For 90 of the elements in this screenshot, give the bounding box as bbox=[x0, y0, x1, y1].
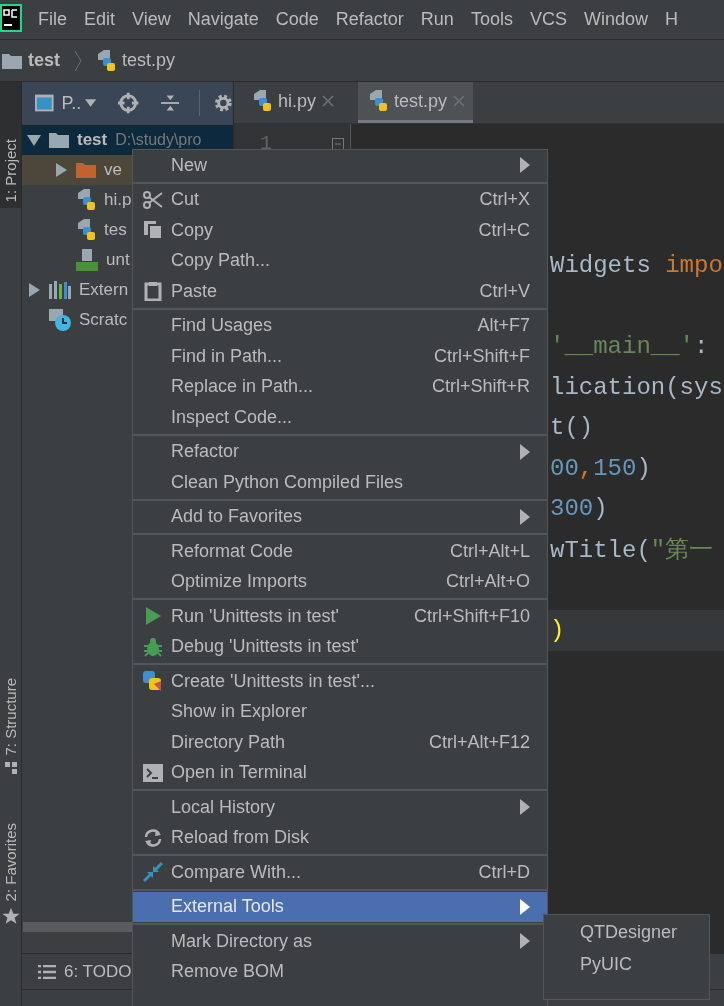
list-icon bbox=[38, 964, 56, 979]
context-menu-item[interactable]: Create 'Unittests in test'... bbox=[133, 666, 547, 697]
breadcrumb-item[interactable]: test.py bbox=[122, 50, 176, 71]
menu-bar-item[interactable]: Code bbox=[267, 9, 328, 30]
context-menu-item[interactable]: Directory Path Ctrl+Alt+F12 bbox=[133, 727, 547, 758]
menu-bar-item[interactable]: Refactor bbox=[327, 9, 413, 30]
context-menu-item[interactable]: Debug 'Unittests in test' bbox=[133, 631, 547, 662]
menu-bar-item[interactable]: Run bbox=[412, 9, 463, 30]
code-line: ) bbox=[550, 616, 565, 644]
context-menu-item[interactable]: Refactor bbox=[133, 436, 547, 467]
python-logo-icon bbox=[142, 670, 164, 693]
project-view-dropdown[interactable]: P.. bbox=[61, 92, 82, 114]
code-line: '__main__': bbox=[550, 333, 709, 361]
code-line: wTitle("第一 bbox=[550, 536, 714, 566]
copy-icon bbox=[143, 220, 163, 241]
scratch-clock-icon bbox=[49, 309, 71, 331]
context-menu-item[interactable]: Compare With... Ctrl+D bbox=[133, 857, 547, 888]
context-menu-item[interactable]: Clean Python Compiled Files bbox=[133, 467, 547, 498]
dropdown-caret-icon[interactable] bbox=[85, 99, 97, 107]
context-menu-item[interactable]: Inspect Code... bbox=[133, 402, 547, 433]
python-file-icon bbox=[252, 90, 272, 112]
context-menu-item[interactable]: Local History bbox=[133, 792, 547, 823]
breadcrumb-item[interactable]: test bbox=[28, 50, 60, 71]
compare-arrows-icon bbox=[142, 861, 164, 884]
context-menu-item[interactable]: Open in Terminal bbox=[133, 757, 547, 788]
settings-gear-icon[interactable] bbox=[214, 93, 233, 113]
tool-window-tab[interactable]: 1: Project bbox=[0, 82, 21, 208]
code-line: lication(sys bbox=[550, 373, 723, 401]
menu-bar-item[interactable]: H bbox=[656, 9, 687, 30]
code-line: 300) bbox=[550, 495, 608, 523]
context-menu-item[interactable]: Run 'Unittests in test' Ctrl+Shift+F10 bbox=[133, 601, 547, 632]
crosshair-icon[interactable] bbox=[118, 92, 139, 114]
folder-icon bbox=[49, 132, 69, 148]
qt-file-icon bbox=[76, 249, 98, 271]
code-line: Widgets impo bbox=[550, 252, 723, 280]
tool-window-tab[interactable]: 2: Favorites bbox=[0, 823, 21, 926]
submenu-item[interactable]: PyUIC bbox=[544, 948, 709, 980]
menu-bar-item[interactable]: VCS bbox=[521, 9, 576, 30]
folder-icon bbox=[76, 162, 96, 178]
python-file-icon bbox=[76, 219, 96, 241]
structure-icon bbox=[4, 761, 17, 774]
context-menu-item[interactable]: External Tools bbox=[133, 891, 547, 922]
expanded-arrow-icon[interactable] bbox=[27, 133, 41, 147]
context-menu-item[interactable]: Find Usages Alt+F7 bbox=[133, 310, 547, 341]
code-line: t() bbox=[550, 414, 594, 442]
tree-item[interactable]: test D:\study\pro bbox=[22, 125, 233, 155]
folder-icon bbox=[2, 52, 22, 69]
code-line: 00,150) bbox=[550, 454, 651, 482]
clipboard-icon bbox=[143, 281, 163, 302]
tool-window-tab[interactable]: 7: Structure bbox=[0, 678, 21, 778]
chevron-icon bbox=[74, 49, 82, 72]
fold-marker-icon[interactable] bbox=[332, 138, 344, 150]
library-bars-icon bbox=[49, 281, 71, 299]
context-menu-item[interactable]: Optimize Imports Ctrl+Alt+O bbox=[133, 566, 547, 597]
star-icon bbox=[1, 907, 20, 926]
context-menu-item[interactable]: Mark Directory as bbox=[133, 926, 547, 957]
context-menu-item[interactable]: Replace in Path... Ctrl+Shift+R bbox=[133, 371, 547, 402]
menu-bar-item[interactable]: Edit bbox=[76, 9, 125, 30]
python-file-icon bbox=[368, 90, 389, 112]
python-file-icon bbox=[76, 189, 96, 211]
context-menu-item[interactable]: Find in Path... Ctrl+Shift+F bbox=[133, 341, 547, 372]
context-menu-item[interactable]: Add to Favorites bbox=[133, 501, 547, 532]
menu-bar-item[interactable]: Navigate bbox=[179, 9, 268, 30]
run-triangle-icon bbox=[143, 606, 163, 627]
collapsed-arrow-icon[interactable] bbox=[27, 283, 41, 297]
context-menu-item[interactable]: Cut Ctrl+X bbox=[133, 184, 547, 215]
collapse-all-icon[interactable] bbox=[160, 93, 180, 113]
collapsed-arrow-icon[interactable] bbox=[54, 163, 68, 177]
app-logo-icon bbox=[0, 3, 22, 32]
scissors-icon bbox=[143, 189, 163, 210]
bug-icon bbox=[143, 636, 163, 657]
editor-tab[interactable]: hi.py bbox=[250, 82, 343, 123]
context-menu-item[interactable]: Copy Path... bbox=[133, 245, 547, 276]
menu-bar-item[interactable]: File bbox=[30, 9, 76, 30]
context-menu-item[interactable]: Reformat Code Ctrl+Alt+L bbox=[133, 536, 547, 567]
menu-bar-item[interactable]: Tools bbox=[462, 9, 522, 30]
editor-tab[interactable]: test.py bbox=[358, 82, 474, 123]
context-menu-item[interactable]: Paste Ctrl+V bbox=[133, 276, 547, 307]
menu-bar-item[interactable]: Window bbox=[575, 9, 657, 30]
reload-icon bbox=[143, 827, 163, 848]
todo-tool-tab[interactable]: 6: TODO bbox=[64, 961, 132, 982]
context-menu-item[interactable]: Remove BOM bbox=[133, 956, 547, 987]
terminal-icon bbox=[143, 763, 163, 782]
context-menu-item[interactable]: Reload from Disk bbox=[133, 822, 547, 853]
context-menu-item[interactable]: Copy Ctrl+C bbox=[133, 215, 547, 246]
context-menu-item[interactable]: Show in Explorer bbox=[133, 696, 547, 727]
submenu-item[interactable]: QTDesigner bbox=[544, 916, 709, 948]
panel-layout-icon[interactable] bbox=[35, 94, 54, 112]
menu-bar-item[interactable]: View bbox=[124, 9, 180, 30]
python-file-icon bbox=[96, 49, 116, 72]
